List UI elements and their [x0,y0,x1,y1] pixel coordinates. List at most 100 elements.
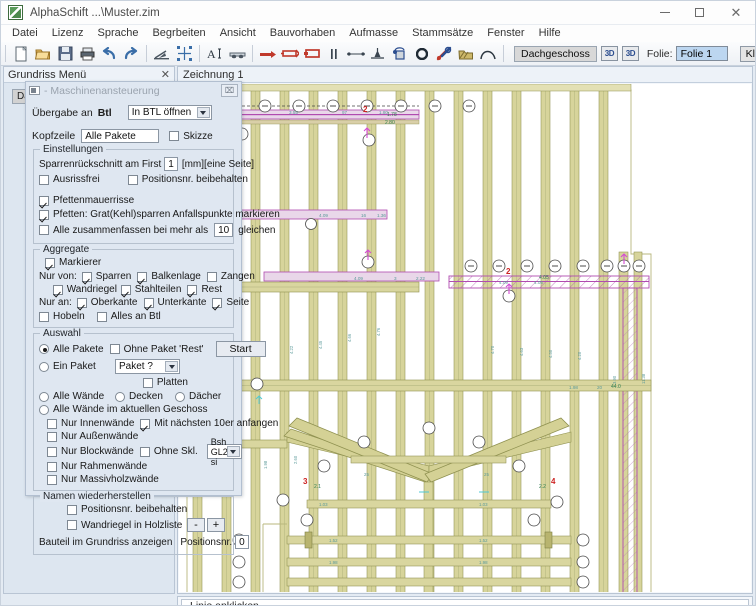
print-icon[interactable] [77,44,97,64]
wall-filter-label: Nur Außenwände [61,431,139,442]
dialog-close-button[interactable]: ⌧ [221,84,238,97]
menu-stammsaetze[interactable]: Stammsätze [405,26,480,41]
menu-ansicht[interactable]: Ansicht [213,26,263,41]
pfettenmauerrisse-checkbox[interactable]: Pfettenmauerrisse [39,195,134,206]
view-3d-b-button[interactable]: 3D [621,46,639,61]
platten-checkbox[interactable]: Platten [142,377,188,388]
menu-bauvorhaben[interactable]: Bauvorhaben [263,26,342,41]
posnr-beibehalten-checkbox[interactable]: Positionsnr. beibehalten [127,174,248,185]
alle-pakete-label: Alle Pakete [53,343,104,355]
option-rest[interactable]: Rest [187,284,222,295]
option-stahlteilen[interactable]: Stahlteilen [120,284,181,295]
tools-wrench-icon[interactable] [434,44,454,64]
alles-an-btl-checkbox[interactable]: Alles an Btl [96,311,161,322]
klick-button[interactable]: Klick ? [739,45,755,62]
rafter-cut-input[interactable]: 1 [164,157,178,171]
radio-daecher[interactable]: Dächer [175,391,221,402]
restore-posnr-checkbox[interactable]: Positionsnr. beibehalten [67,504,187,515]
radio-decken[interactable]: Decken [115,391,169,402]
folie-input[interactable]: Folie 1 [675,46,728,61]
decrement-button[interactable]: - [187,518,205,532]
chevron-down-icon[interactable] [196,107,210,118]
roof-slope-icon[interactable] [152,44,172,64]
purlin-red-icon[interactable] [280,44,300,64]
wandriegel-holzliste-checkbox[interactable]: Wandriegel in Holzliste [67,520,182,531]
storey-selector[interactable]: Dachgeschoss [514,45,597,62]
paket-select[interactable]: Paket ? [115,359,180,374]
option-seite[interactable]: Seite [212,297,249,308]
mit-naechsten-10er-checkbox[interactable]: Mit nächsten 10er anfangen [140,418,278,429]
menu-aufmasse[interactable]: Aufmasse [342,26,405,41]
folie-label: Folie: [646,47,673,60]
svg-text:4.20: 4.20 [577,351,582,360]
transfer-select[interactable]: In BTL öffnen [127,105,212,120]
option-zangen[interactable]: Zangen [206,271,255,282]
radio-ein-paket[interactable]: Ein Paket [39,361,109,372]
skl-select[interactable]: Bsh GL24h si [206,437,242,467]
option-balkenlage[interactable]: Balkenlage [137,271,201,282]
bauteil-anzeigen-row: Bauteil im Grundriss anzeigen Positionsn… [39,535,249,549]
radio-alle-waende-geschoss[interactable]: Alle Wände im aktuellen Geschoss [39,404,208,415]
menu-bearbeiten[interactable]: Begrbeiten [145,26,212,41]
dimension-line-icon[interactable] [346,44,366,64]
menu-lizenz[interactable]: Lizenz [45,26,91,41]
nur-massivholzwaende-checkbox[interactable]: Nur Massivholzwände [47,474,159,485]
zusammenfassen-checkbox[interactable]: Alle zusammenfassen bei mehr als [39,225,208,236]
maximize-button[interactable] [682,1,717,25]
option-unterkante[interactable]: Unterkante [143,297,206,308]
aussenwaende-row: Nur Außenwände [39,431,228,442]
circle-tool-icon[interactable] [412,44,432,64]
option-wandriegel[interactable]: Wandriegel [52,284,117,295]
pfetten-grat-checkbox[interactable]: Pfetten: Grat(Kehl)sparren Anfallspunkte… [39,209,280,220]
hobeln-label: Hobeln [53,311,85,322]
view-3d-a-button[interactable]: 3D [600,46,618,61]
zusammenfassen-input[interactable]: 10 [214,223,234,237]
beam-icon[interactable] [227,44,247,64]
save-disk-icon[interactable] [55,44,75,64]
ohne-paket-rest-checkbox[interactable]: Ohne Paket 'Rest' [109,344,204,355]
reference-point-icon[interactable] [368,44,388,64]
app-logo-icon [8,5,23,20]
cad-canvas[interactable]: 3.55 97 1.80 4.09 16 1.36 4.09 3 2.22 4.… [179,84,751,592]
kopfzeile-input[interactable]: Alle Pakete [81,129,160,143]
chevron-down-icon[interactable] [165,361,178,372]
text-tool-icon[interactable]: A [205,44,225,64]
arc-tool-icon[interactable] [478,44,498,64]
increment-button[interactable]: + [207,518,225,532]
plate-red-icon[interactable] [302,44,322,64]
move-cross-icon[interactable] [174,44,194,64]
menu-sprache[interactable]: Sprache [90,26,145,41]
nur-blockwaende-checkbox[interactable]: Nur Blockwände [47,446,134,457]
layer-stack-icon[interactable] [456,44,476,64]
new-document-icon[interactable] [11,44,31,64]
menu-datei[interactable]: Datei [5,26,45,41]
positionsnr-input[interactable]: 0 [235,535,249,549]
ausrissfrei-checkbox[interactable]: Ausrissfrei [39,174,100,185]
close-button[interactable]: ✕ [717,1,755,25]
undo-arrow-icon[interactable] [99,44,119,64]
skizze-checkbox[interactable]: Skizze [169,131,213,142]
ohne-skl-checkbox[interactable]: Ohne Skl. [139,446,198,457]
redo-arrow-icon[interactable] [121,44,141,64]
radio-alle-waende[interactable]: Alle Wände [39,391,109,402]
close-icon[interactable]: ✕ [161,68,170,81]
start-button[interactable]: Start [215,341,266,357]
radio-alle-pakete[interactable]: Alle Pakete [39,344,104,355]
option-oberkante[interactable]: Oberkante [76,297,138,308]
rotate-object-icon[interactable] [390,44,410,64]
nur-innenwaende-checkbox[interactable]: Nur Innenwände [47,418,134,429]
menu-hilfe[interactable]: Hilfe [532,26,568,41]
menu-fenster[interactable]: Fenster [480,26,531,41]
markierer-checkbox[interactable]: Markierer [45,257,101,268]
chevron-down-icon[interactable] [226,446,240,457]
hobeln-checkbox[interactable]: Hobeln [39,311,85,322]
option-sparren[interactable]: Sparren [81,271,131,282]
minimize-button[interactable] [647,1,682,25]
nur-aussenwaende-checkbox[interactable]: Nur Außenwände [47,431,138,442]
auswahl-title: Auswahl [40,328,84,339]
open-folder-icon[interactable] [33,44,53,64]
parallel-lines-icon[interactable] [324,44,344,64]
rafter-red-icon[interactable] [258,44,278,64]
ein-paket-label: Ein Paket [53,361,96,372]
nur-rahmenwaende-checkbox[interactable]: Nur Rahmenwände [47,461,147,472]
